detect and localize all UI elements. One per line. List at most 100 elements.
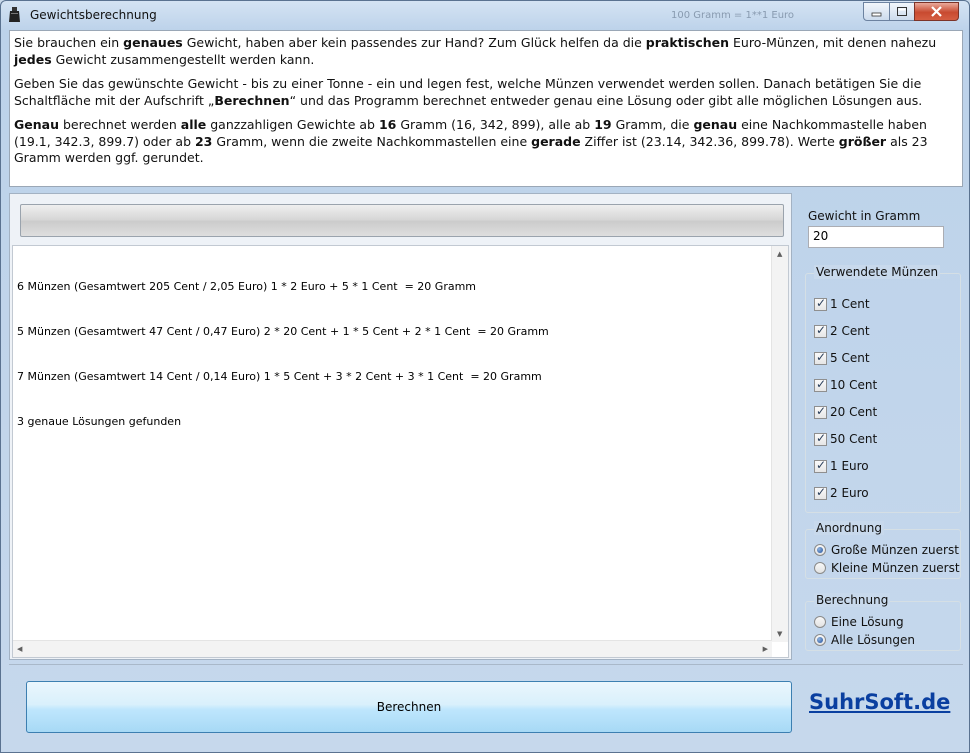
- emphasis-text: 16: [378, 117, 397, 132]
- minimize-icon: [871, 12, 882, 17]
- emphasis-text: alle: [180, 117, 207, 132]
- info-text: Gewicht, haben aber kein passendes zur H…: [182, 35, 646, 50]
- checkbox[interactable]: [814, 296, 827, 311]
- app-window: Gewichtsberechnung 100 Gramm = 1**1 Euro…: [0, 0, 970, 753]
- calculation-group-title: Berechnung: [814, 593, 891, 607]
- order-group: Anordnung Große Münzen zuerst Kleine Mün…: [805, 521, 961, 579]
- radio-label: Alle Lösungen: [831, 633, 915, 647]
- emphasis-text: genaues: [123, 35, 183, 50]
- checkbox-5-cent[interactable]: 5 Cent: [814, 350, 870, 366]
- info-text: Ziffer ist (23.14, 342.36, 899.78). Wert…: [580, 133, 839, 149]
- checkbox-label: 10 Cent: [830, 378, 878, 392]
- close-button[interactable]: [914, 2, 959, 21]
- radio-all-solutions[interactable]: Alle Lösungen: [814, 632, 915, 648]
- emphasis-text: genau: [693, 117, 738, 132]
- minimize-button[interactable]: [863, 2, 890, 21]
- options-pane: Gewicht in Gramm 20 Verwendete Münzen 1 …: [797, 193, 963, 660]
- radio-small-coins-first[interactable]: Kleine Münzen zuerst: [814, 560, 960, 576]
- title-bar[interactable]: Gewichtsberechnung 100 Gramm = 1**1 Euro: [1, 1, 969, 29]
- order-group-title: Anordnung: [814, 521, 884, 535]
- scroll-left-icon[interactable]: ◀: [17, 645, 22, 653]
- result-line: 6 Münzen (Gesamtwert 205 Cent / 2,05 Eur…: [17, 280, 477, 293]
- info-text: ganzzahligen Gewichte ab: [206, 117, 379, 132]
- info-text: Gramm, wenn die zweite Nachkommastellen …: [212, 133, 532, 149]
- weight-icon: [9, 7, 20, 22]
- checkbox[interactable]: [814, 485, 827, 500]
- checkbox-50-cent[interactable]: 50 Cent: [814, 431, 877, 447]
- window-title: Gewichtsberechnung: [30, 8, 157, 22]
- bottom-panel: Berechnen SuhrSoft.de: [9, 664, 963, 749]
- radio-button[interactable]: [814, 544, 826, 556]
- close-icon: [931, 6, 942, 17]
- radio-large-coins-first[interactable]: Große Münzen zuerst: [814, 542, 959, 558]
- emphasis-text: Berechnen: [214, 92, 290, 108]
- maximize-button[interactable]: [889, 2, 915, 21]
- results-pane: 6 Münzen (Gesamtwert 205 Cent / 2,05 Eur…: [9, 193, 792, 660]
- scroll-down-icon[interactable]: ▼: [777, 630, 782, 638]
- checkbox[interactable]: [814, 377, 827, 392]
- radio-button[interactable]: [814, 616, 826, 628]
- scroll-up-icon[interactable]: ▲: [777, 250, 782, 258]
- info-paragraph-2: Geben Sie das gewünschte Gewicht - bis z…: [14, 76, 958, 109]
- progress-bar: [20, 204, 784, 237]
- radio-label: Große Münzen zuerst: [831, 543, 959, 557]
- emphasis-text: jedes: [14, 51, 52, 67]
- title-ghost-text: 100 Gramm = 1**1 Euro: [671, 10, 795, 21]
- weight-input[interactable]: 20: [808, 226, 944, 248]
- horizontal-scrollbar[interactable]: ◀ ▶: [13, 640, 772, 657]
- vertical-scrollbar[interactable]: ▲ ▼: [771, 246, 788, 642]
- checkbox-10-cent[interactable]: 10 Cent: [814, 377, 877, 393]
- info-panel: Sie brauchen ein genaues Gewicht, haben …: [9, 30, 963, 187]
- result-line: 7 Münzen (Gesamtwert 14 Cent / 0,14 Euro…: [17, 370, 542, 383]
- checkbox[interactable]: [814, 323, 827, 338]
- info-text: Gramm (16, 342, 899), alle ab: [396, 117, 595, 132]
- checkbox-1-cent[interactable]: 1 Cent: [814, 296, 870, 312]
- checkbox[interactable]: [814, 431, 827, 446]
- radio-one-solution[interactable]: Eine Lösung: [814, 614, 904, 630]
- radio-label: Kleine Münzen zuerst: [831, 561, 960, 575]
- emphasis-text: 19: [594, 117, 612, 132]
- checkbox-1-euro[interactable]: 1 Euro: [814, 458, 869, 474]
- emphasis-text: 23: [194, 133, 213, 149]
- weight-label: Gewicht in Gramm: [808, 209, 921, 223]
- result-line: 5 Münzen (Gesamtwert 47 Cent / 0,47 Euro…: [17, 325, 549, 338]
- emphasis-text: Genau: [14, 117, 59, 132]
- checkbox-label: 2 Euro: [830, 486, 869, 500]
- info-paragraph-1: Sie brauchen ein genaues Gewicht, haben …: [14, 35, 958, 68]
- checkbox-label: 1 Cent: [830, 297, 870, 311]
- result-summary: 3 genaue Lösungen gefunden: [17, 415, 182, 428]
- checkbox-2-euro[interactable]: 2 Euro: [814, 485, 869, 501]
- radio-label: Eine Lösung: [831, 615, 904, 629]
- info-text: Gewicht zusammengestellt werden kann.: [51, 51, 315, 67]
- checkbox-label: 20 Cent: [830, 405, 878, 419]
- info-text: berechnet werden: [58, 117, 181, 132]
- emphasis-text: gerade: [531, 133, 581, 149]
- emphasis-text: praktischen: [645, 35, 730, 50]
- results-text[interactable]: 6 Münzen (Gesamtwert 205 Cent / 2,05 Eur…: [17, 249, 767, 459]
- info-text: Gramm, die: [611, 117, 694, 132]
- checkbox-label: 1 Euro: [830, 459, 869, 473]
- maximize-icon: [897, 7, 907, 16]
- checkbox-label: 50 Cent: [830, 432, 878, 446]
- checkbox-label: 5 Cent: [830, 351, 870, 365]
- brand-link[interactable]: SuhrSoft.de: [809, 690, 950, 714]
- calculate-button[interactable]: Berechnen: [26, 681, 792, 733]
- info-text: Euro-Münzen, mit denen nahezu: [729, 35, 937, 50]
- checkbox-20-cent[interactable]: 20 Cent: [814, 404, 877, 420]
- info-text: “ und das Programm berechnet entweder ge…: [289, 92, 923, 108]
- coins-group: Verwendete Münzen 1 Cent 2 Cent 5 Cent 1…: [805, 265, 961, 513]
- info-text: Sie brauchen ein: [14, 35, 124, 50]
- results-textbox[interactable]: 6 Münzen (Gesamtwert 205 Cent / 2,05 Eur…: [12, 245, 789, 658]
- coins-group-title: Verwendete Münzen: [814, 265, 941, 279]
- checkbox[interactable]: [814, 458, 827, 473]
- checkbox[interactable]: [814, 350, 827, 365]
- radio-button[interactable]: [814, 562, 826, 574]
- checkbox-label: 2 Cent: [830, 324, 870, 338]
- scroll-right-icon[interactable]: ▶: [763, 645, 768, 653]
- radio-button[interactable]: [814, 634, 826, 646]
- info-paragraph-3: Genau berechnet werden alle ganzzahligen…: [14, 117, 958, 167]
- checkbox[interactable]: [814, 404, 827, 419]
- calculation-group: Berechnung Eine Lösung Alle Lösungen: [805, 593, 961, 651]
- emphasis-text: größer: [838, 133, 887, 149]
- checkbox-2-cent[interactable]: 2 Cent: [814, 323, 870, 339]
